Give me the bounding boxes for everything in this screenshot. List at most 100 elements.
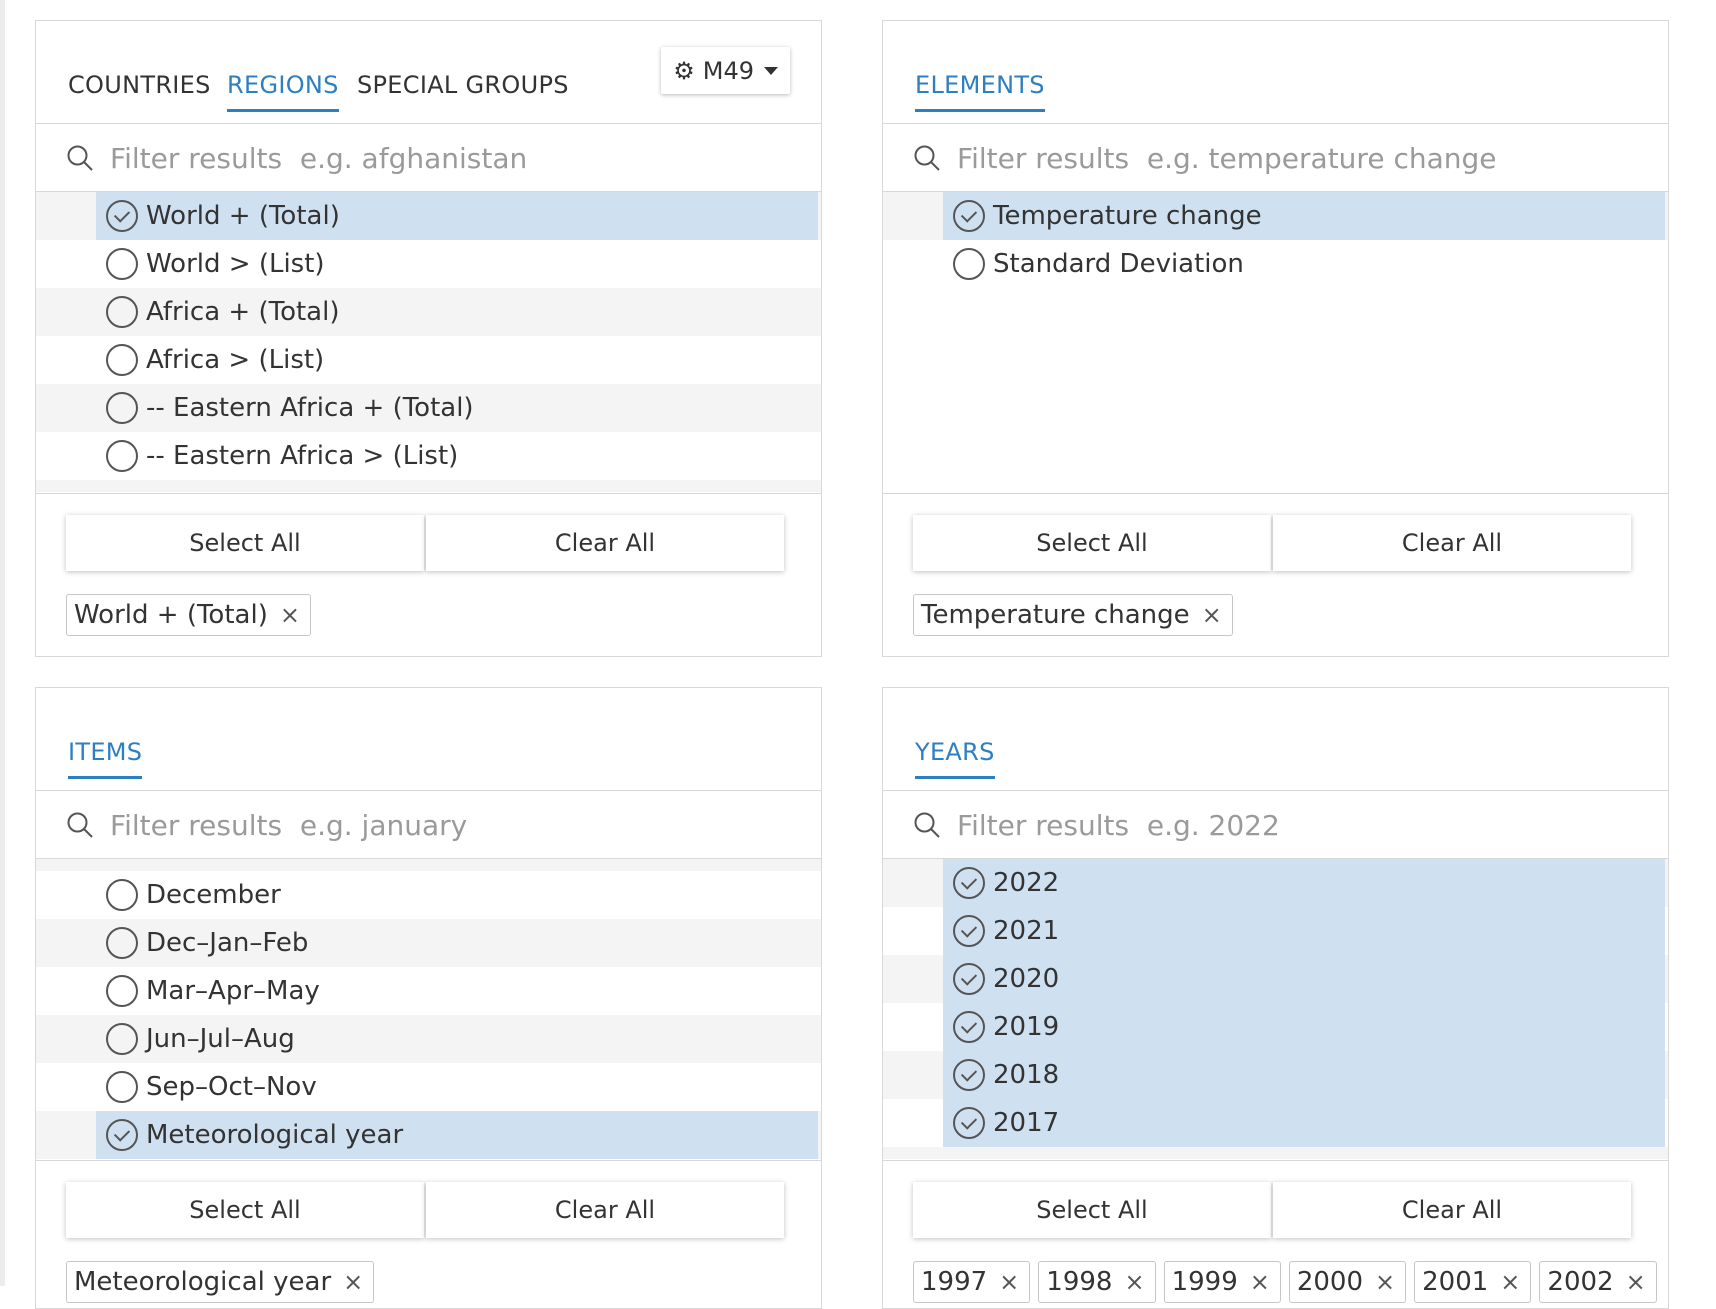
list-item[interactable]: Africa + (Total) bbox=[36, 288, 821, 336]
checked-radio-icon[interactable] bbox=[106, 200, 138, 232]
tab-countries[interactable]: COUNTRIES bbox=[68, 71, 211, 112]
elements-search-input[interactable] bbox=[955, 134, 1619, 182]
close-icon[interactable]: × bbox=[343, 1268, 363, 1296]
partial-list-row bbox=[883, 1147, 1668, 1159]
list-item[interactable]: 2021 bbox=[883, 907, 1668, 955]
list-item-content[interactable]: -- Eastern Africa + (Total) bbox=[96, 384, 818, 432]
list-item-content[interactable]: -- Eastern Africa > (List) bbox=[96, 432, 818, 480]
list-item[interactable]: -- Eastern Africa > (List) bbox=[36, 432, 821, 480]
list-item-content[interactable]: December bbox=[96, 871, 818, 919]
close-icon[interactable]: × bbox=[1375, 1268, 1395, 1296]
close-icon[interactable]: × bbox=[1202, 601, 1222, 629]
list-item-content[interactable]: Dec–Jan–Feb bbox=[96, 919, 818, 967]
checked-radio-icon[interactable] bbox=[953, 867, 985, 899]
radio-icon[interactable] bbox=[106, 440, 138, 472]
checked-radio-icon[interactable] bbox=[953, 1059, 985, 1091]
list-item-content[interactable]: Standard Deviation bbox=[943, 240, 1665, 288]
list-item-content[interactable]: 2021 bbox=[943, 907, 1665, 955]
list-item[interactable]: 2020 bbox=[883, 955, 1668, 1003]
m49-settings-dropdown[interactable]: ⚙ M49 bbox=[661, 47, 790, 94]
checked-radio-icon[interactable] bbox=[953, 1107, 985, 1139]
select-all-button[interactable]: Select All bbox=[66, 515, 424, 571]
list-item-content[interactable]: 2017 bbox=[943, 1099, 1665, 1147]
close-icon[interactable]: × bbox=[1124, 1268, 1144, 1296]
close-icon[interactable]: × bbox=[999, 1268, 1019, 1296]
list-item-content[interactable]: Jun–Jul–Aug bbox=[96, 1015, 818, 1063]
close-icon[interactable]: × bbox=[1500, 1268, 1520, 1296]
tab-items[interactable]: ITEMS bbox=[68, 738, 143, 779]
clear-all-button[interactable]: Clear All bbox=[1273, 1182, 1631, 1238]
close-icon[interactable]: × bbox=[1626, 1268, 1646, 1296]
radio-icon[interactable] bbox=[106, 975, 138, 1007]
tab-elements[interactable]: ELEMENTS bbox=[915, 71, 1045, 112]
list-item-content[interactable]: Meteorological year bbox=[96, 1111, 818, 1159]
list-item[interactable]: Standard Deviation bbox=[883, 240, 1668, 288]
clear-all-button[interactable]: Clear All bbox=[1273, 515, 1631, 571]
list-item-content[interactable]: 2022 bbox=[943, 859, 1665, 907]
list-item[interactable]: Jun–Jul–Aug bbox=[36, 1015, 821, 1063]
list-item-content[interactable]: Africa + (Total) bbox=[96, 288, 818, 336]
list-item[interactable]: 2019 bbox=[883, 1003, 1668, 1051]
regions-actions: Select All Clear All World + (Total) × bbox=[36, 493, 821, 656]
list-item[interactable]: Africa > (List) bbox=[36, 336, 821, 384]
years-search-input[interactable] bbox=[955, 801, 1619, 849]
radio-icon[interactable] bbox=[106, 1071, 138, 1103]
radio-icon[interactable] bbox=[106, 879, 138, 911]
regions-panel: COUNTRIES REGIONS SPECIAL GROUPS ⚙ M49 W… bbox=[35, 20, 822, 657]
checked-radio-icon[interactable] bbox=[106, 1119, 138, 1151]
items-tab-bar: ITEMS bbox=[36, 688, 821, 791]
list-item-content[interactable]: 2018 bbox=[943, 1051, 1665, 1099]
select-all-button[interactable]: Select All bbox=[66, 1182, 424, 1238]
tab-regions[interactable]: REGIONS bbox=[227, 71, 339, 112]
list-item[interactable]: December bbox=[36, 871, 821, 919]
list-item-content[interactable]: Mar–Apr–May bbox=[96, 967, 818, 1015]
clear-all-button[interactable]: Clear All bbox=[426, 515, 784, 571]
radio-icon[interactable] bbox=[106, 296, 138, 328]
list-item-content[interactable]: Africa > (List) bbox=[96, 336, 818, 384]
list-item-content[interactable]: World + (Total) bbox=[96, 192, 818, 240]
list-item[interactable]: Mar–Apr–May bbox=[36, 967, 821, 1015]
select-all-button[interactable]: Select All bbox=[913, 515, 1271, 571]
checked-radio-icon[interactable] bbox=[953, 1011, 985, 1043]
list-item[interactable]: Temperature change bbox=[883, 192, 1668, 240]
list-item[interactable]: Sep–Oct–Nov bbox=[36, 1063, 821, 1111]
list-item[interactable]: 2022 bbox=[883, 859, 1668, 907]
checked-radio-icon[interactable] bbox=[953, 915, 985, 947]
radio-icon[interactable] bbox=[106, 248, 138, 280]
list-item-content[interactable]: World > (List) bbox=[96, 240, 818, 288]
select-all-button[interactable]: Select All bbox=[913, 1182, 1271, 1238]
list-item-content[interactable]: 2019 bbox=[943, 1003, 1665, 1051]
items-search-input[interactable] bbox=[108, 801, 772, 849]
radio-icon[interactable] bbox=[106, 392, 138, 424]
list-item[interactable]: 2017 bbox=[883, 1099, 1668, 1147]
radio-icon[interactable] bbox=[106, 927, 138, 959]
radio-icon[interactable] bbox=[106, 1023, 138, 1055]
checked-radio-icon[interactable] bbox=[953, 963, 985, 995]
years-list[interactable]: 2022 2021 2020 2019 2018 2017 bbox=[883, 859, 1668, 1159]
years-tab-bar: YEARS bbox=[883, 688, 1668, 791]
list-item-content[interactable]: Temperature change bbox=[943, 192, 1665, 240]
radio-icon[interactable] bbox=[953, 248, 985, 280]
list-item[interactable]: 2018 bbox=[883, 1051, 1668, 1099]
close-icon[interactable]: × bbox=[1250, 1268, 1270, 1296]
selected-chip: World + (Total) × bbox=[66, 594, 311, 636]
tab-years[interactable]: YEARS bbox=[915, 738, 995, 779]
list-item[interactable]: Dec–Jan–Feb bbox=[36, 919, 821, 967]
regions-search-input[interactable] bbox=[108, 134, 772, 182]
items-list[interactable]: December Dec–Jan–Feb Mar–Apr–May Jun–Jul–Au… bbox=[36, 859, 821, 1159]
tab-special-groups[interactable]: SPECIAL GROUPS bbox=[357, 71, 569, 112]
chip-label: 2002 bbox=[1547, 1267, 1614, 1297]
list-item-content[interactable]: 2020 bbox=[943, 955, 1665, 1003]
clear-all-button[interactable]: Clear All bbox=[426, 1182, 784, 1238]
elements-list[interactable]: Temperature change Standard Deviation bbox=[883, 192, 1668, 492]
close-icon[interactable]: × bbox=[280, 601, 300, 629]
list-item[interactable]: -- Eastern Africa + (Total) bbox=[36, 384, 821, 432]
list-item[interactable]: World + (Total) bbox=[36, 192, 821, 240]
checked-radio-icon[interactable] bbox=[953, 200, 985, 232]
radio-icon[interactable] bbox=[106, 344, 138, 376]
elements-filter bbox=[883, 124, 1668, 192]
list-item-content[interactable]: Sep–Oct–Nov bbox=[96, 1063, 818, 1111]
list-item[interactable]: Meteorological year bbox=[36, 1111, 821, 1159]
list-item[interactable]: World > (List) bbox=[36, 240, 821, 288]
regions-list[interactable]: World + (Total) World > (List) Africa + (T… bbox=[36, 192, 821, 492]
